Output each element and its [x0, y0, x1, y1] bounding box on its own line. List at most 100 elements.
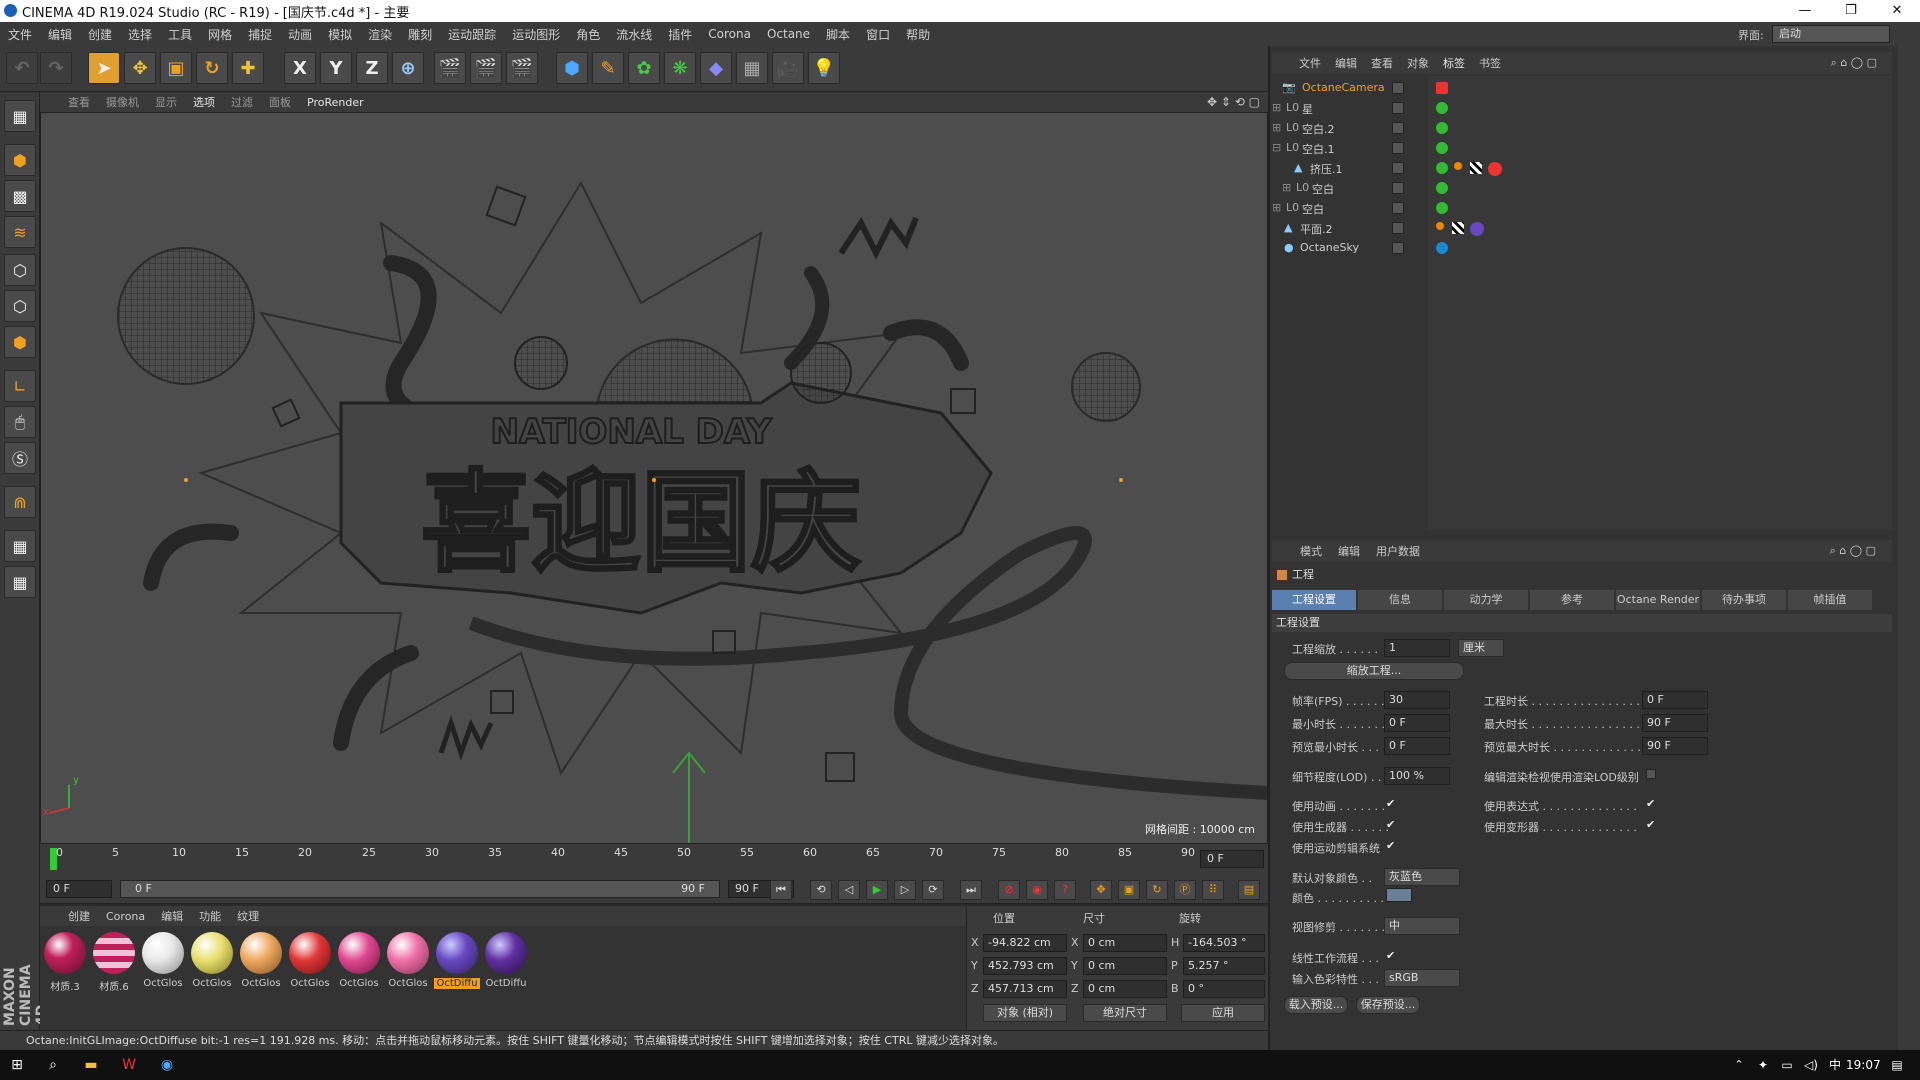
key-scale-icon[interactable]: ▣ — [1118, 880, 1140, 900]
viewport-menu-prorender[interactable]: ProRender — [299, 96, 372, 109]
maximize-button[interactable]: ❐ — [1828, 0, 1874, 22]
layer-tag-icon[interactable] — [1436, 142, 1448, 154]
ime-icon[interactable]: 中 — [1824, 1055, 1846, 1075]
spline-pen-icon[interactable]: ✎ — [592, 52, 624, 84]
tab-project-settings[interactable]: 工程设置 — [1272, 590, 1356, 610]
project-scale-unit-select[interactable]: 厘米 — [1458, 639, 1504, 657]
key-point-level-icon[interactable]: ⠿ — [1202, 880, 1224, 900]
pos-x-field[interactable]: -94.822 cm — [983, 934, 1067, 952]
lod-field[interactable]: 100 % — [1384, 767, 1450, 785]
menu-tools[interactable]: 工具 — [160, 26, 200, 43]
menu-sculpt[interactable]: 雕刻 — [400, 26, 440, 43]
linear-workflow-checkbox[interactable]: ✔ — [1386, 950, 1398, 962]
menu-corona[interactable]: Corona — [700, 27, 759, 41]
workplane-mode-icon[interactable]: ≋ — [4, 216, 36, 248]
menu-animate[interactable]: 动画 — [280, 26, 320, 43]
rotate-icon[interactable]: ↻ — [196, 52, 228, 84]
material-menu-function[interactable]: 功能 — [191, 908, 229, 924]
light-icon[interactable]: 💡 — [808, 52, 840, 84]
menu-character[interactable]: 角色 — [568, 26, 608, 43]
camera-icon[interactable]: 🎥 — [772, 52, 804, 84]
rot-p-field[interactable]: 5.257 ° — [1183, 957, 1265, 975]
phong-tag-icon[interactable] — [1454, 162, 1462, 170]
material-tag-icon[interactable] — [1488, 162, 1502, 176]
tweak-mode-icon[interactable]: 🖱 — [4, 406, 36, 438]
layer-tag-icon[interactable] — [1436, 162, 1448, 174]
undo-icon[interactable]: ↶ — [6, 52, 38, 84]
layer-tag-icon[interactable] — [1436, 182, 1448, 194]
input-color-profile-select[interactable]: sRGB — [1384, 969, 1460, 987]
right-side-tab-strip[interactable] — [1898, 46, 1920, 1050]
viewport-menu-view[interactable]: 查看 — [60, 94, 98, 110]
rot-h-field[interactable]: -164.503 ° — [1183, 934, 1265, 952]
windows-start-icon[interactable]: ⊞ — [6, 1055, 28, 1075]
next-key-icon[interactable]: ⟳ — [922, 880, 944, 900]
visibility-toggle[interactable] — [1392, 102, 1404, 114]
key-rotation-icon[interactable]: ↻ — [1146, 880, 1168, 900]
object-name[interactable]: 挤压.1 — [1310, 161, 1343, 177]
close-button[interactable]: ✕ — [1874, 0, 1920, 22]
menu-mesh[interactable]: 网格 — [200, 26, 240, 43]
live-selection-icon[interactable]: ➤ — [88, 52, 120, 84]
cloner-icon[interactable]: ❋ — [664, 52, 696, 84]
menu-script[interactable]: 脚本 — [818, 26, 858, 43]
object-row[interactable]: ● OctaneSky — [1272, 238, 1892, 258]
tab-octane-render[interactable]: Octane Render — [1616, 590, 1700, 610]
tray-app-icon[interactable]: ✦ — [1752, 1055, 1774, 1075]
tab-info[interactable]: 信息 — [1358, 590, 1442, 610]
rot-b-field[interactable]: 0 ° — [1183, 980, 1265, 998]
fps-field[interactable]: 30 — [1384, 691, 1450, 709]
expand-icon[interactable]: ⊞ — [1272, 101, 1281, 114]
previous-key-icon[interactable]: ⟲ — [810, 880, 832, 900]
autokey-icon[interactable]: ◉ — [1026, 880, 1048, 900]
visibility-toggle[interactable] — [1392, 182, 1404, 194]
material-swatch[interactable]: 材质.3 — [42, 932, 88, 994]
visibility-toggle[interactable] — [1392, 202, 1404, 214]
material-swatch[interactable]: OctDiffu — [434, 932, 480, 994]
y-axis-lock-icon[interactable]: Y — [320, 52, 352, 84]
visibility-toggle[interactable] — [1392, 122, 1404, 134]
visibility-toggle[interactable] — [1392, 162, 1404, 174]
object-name[interactable]: 空白.2 — [1302, 121, 1335, 137]
deformer-icon[interactable]: ◆ — [700, 52, 732, 84]
expand-icon[interactable]: ⊞ — [1282, 181, 1291, 194]
use-motion-system-checkbox[interactable]: ✔ — [1386, 840, 1398, 852]
object-row[interactable]: 📷 OctaneCamera — [1272, 78, 1892, 98]
attr-menu-mode[interactable]: 模式 — [1292, 543, 1330, 559]
menu-render[interactable]: 渲染 — [360, 26, 400, 43]
object-row[interactable]: ⊞ L0 空白 — [1272, 178, 1892, 198]
tab-reference[interactable]: 参考 — [1530, 590, 1614, 610]
scale-icon[interactable]: ▣ — [160, 52, 192, 84]
visibility-toggle[interactable] — [1392, 82, 1404, 94]
material-swatch[interactable]: OctGlos — [336, 932, 382, 994]
object-row[interactable]: ⊞ L0 空白.2 — [1272, 118, 1892, 138]
search-icon[interactable]: ⌕ — [42, 1055, 64, 1075]
object-name[interactable]: 空白 — [1302, 201, 1324, 217]
redo-icon[interactable]: ↷ — [40, 52, 72, 84]
viewport-menu-cameras[interactable]: 摄像机 — [98, 94, 147, 110]
edges-mode-icon[interactable]: ⬡ — [4, 290, 36, 322]
material-swatch[interactable]: 材质.6 — [91, 932, 137, 994]
object-menu-view[interactable]: 查看 — [1364, 55, 1400, 71]
project-scale-field[interactable]: 1 — [1384, 639, 1450, 657]
object-menu-tags[interactable]: 标签 — [1436, 55, 1472, 71]
scale-project-button[interactable]: 缩放工程... — [1284, 662, 1464, 680]
use-expression-checkbox[interactable]: ✔ — [1646, 798, 1658, 810]
coordinate-system-icon[interactable]: ⊕ — [392, 52, 424, 84]
menu-edit[interactable]: 编辑 — [40, 26, 80, 43]
minimize-button[interactable]: — — [1782, 0, 1828, 22]
load-preset-button[interactable]: 载入预设... — [1284, 996, 1348, 1014]
attr-menu-edit[interactable]: 编辑 — [1330, 543, 1368, 559]
points-mode-icon[interactable]: ⬡ — [4, 254, 36, 286]
visibility-toggle[interactable] — [1392, 222, 1404, 234]
subdivision-generator-icon[interactable]: ✿ — [628, 52, 660, 84]
key-position-icon[interactable]: ✥ — [1090, 880, 1112, 900]
visibility-toggle[interactable] — [1392, 142, 1404, 154]
view-clipping-select[interactable]: 中 — [1384, 917, 1460, 935]
current-frame-field[interactable]: 0 F — [1200, 850, 1264, 868]
layer-tag-icon[interactable] — [1436, 202, 1448, 214]
render-view-icon[interactable]: 🎬 — [434, 52, 466, 84]
preview-min-field[interactable]: 0 F — [1384, 737, 1450, 755]
render-picture-viewer-icon[interactable]: 🎬 — [470, 52, 502, 84]
object-name[interactable]: 空白.1 — [1302, 141, 1335, 157]
